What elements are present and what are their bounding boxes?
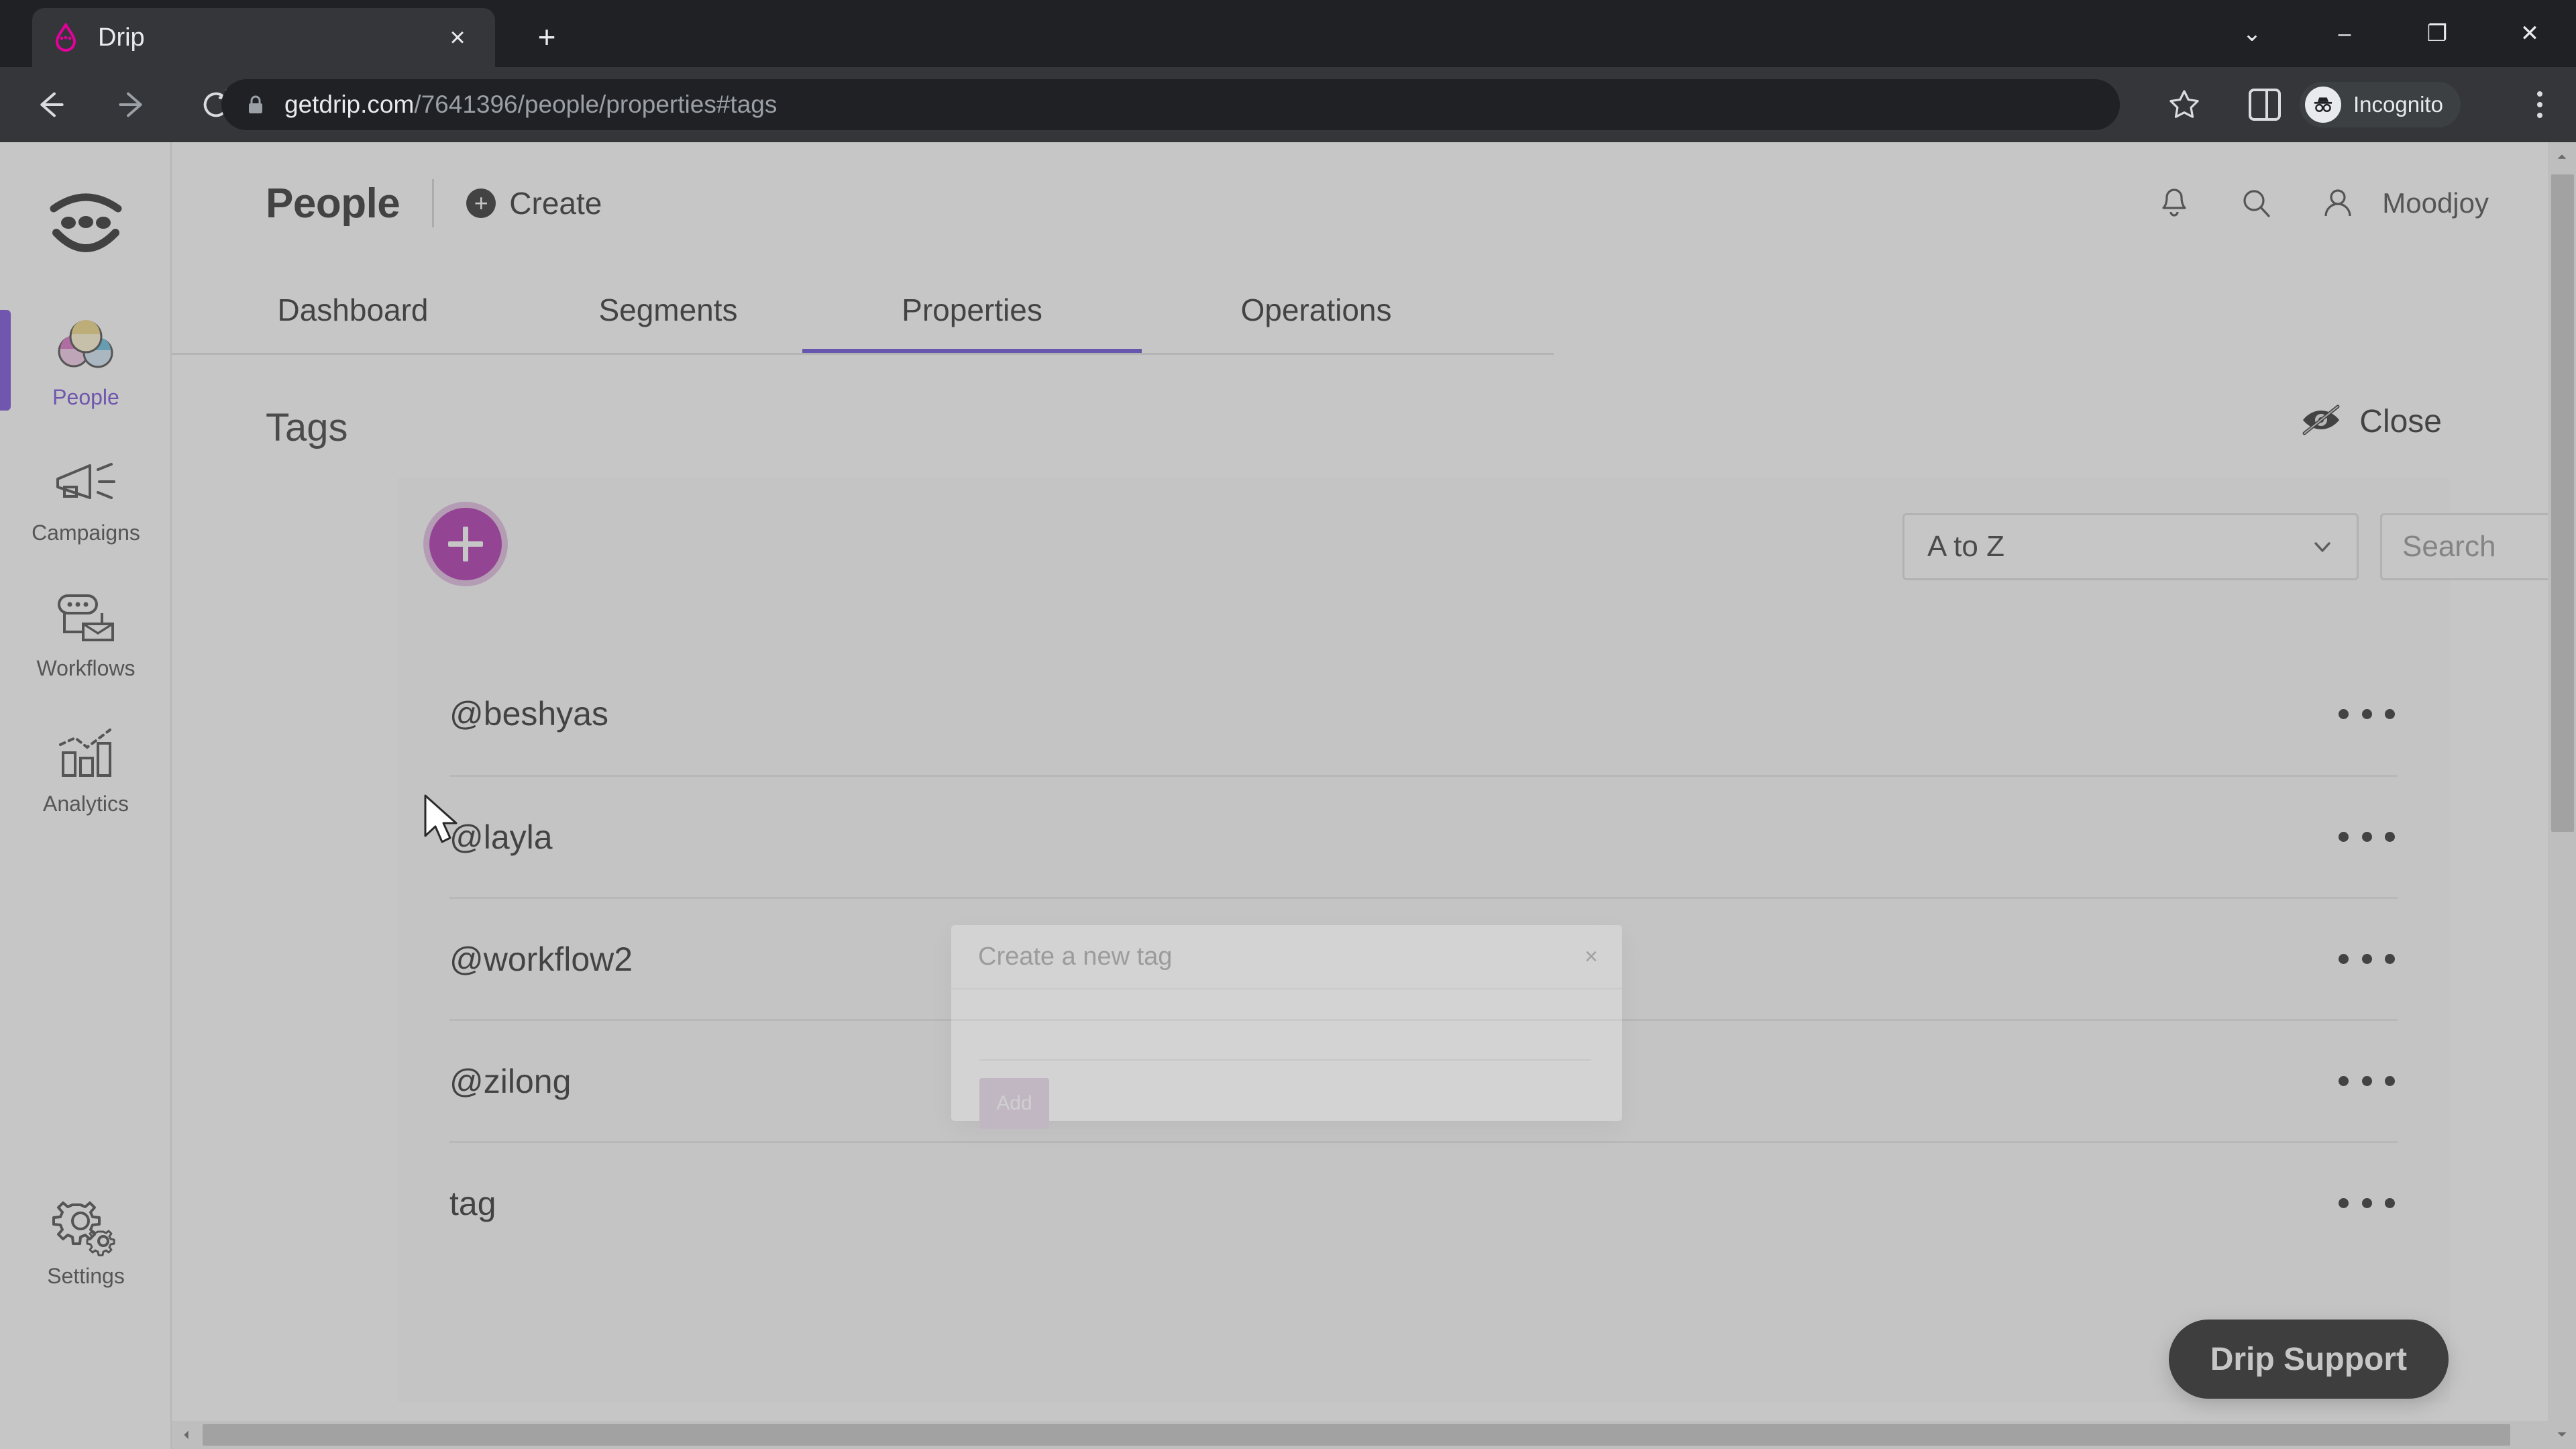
address-bar[interactable]: getdrip.com/7641396/people/properties#ta…: [221, 79, 2120, 130]
side-panel-icon[interactable]: [2249, 89, 2281, 121]
new-tab-button[interactable]: +: [525, 15, 569, 59]
incognito-icon: [2305, 87, 2341, 123]
modal-body: Add: [951, 989, 1622, 1129]
minimize-button[interactable]: –: [2298, 0, 2391, 67]
chrome-menu-icon[interactable]: [2522, 87, 2557, 122]
add-button[interactable]: Add: [979, 1078, 1049, 1129]
window-controls: ⌄ – ❐ ✕: [2206, 0, 2576, 67]
close-window-button[interactable]: ✕: [2483, 0, 2576, 67]
maximize-button[interactable]: ❐: [2391, 0, 2483, 67]
url-text: getdrip.com/7641396/people/properties#ta…: [284, 91, 777, 119]
new-tag-input[interactable]: [979, 1019, 1591, 1061]
close-icon[interactable]: ×: [1585, 945, 1598, 968]
close-tab-button[interactable]: ×: [439, 19, 476, 56]
forward-button[interactable]: [99, 71, 166, 138]
drip-logo-icon: [51, 22, 80, 52]
browser-toolbar: getdrip.com/7641396/people/properties#ta…: [0, 67, 2576, 142]
minimize-to-tray-button[interactable]: ⌄: [2206, 0, 2298, 67]
back-button[interactable]: [16, 71, 83, 138]
modal-title: Create a new tag: [978, 942, 1173, 971]
modal-overlay[interactable]: [0, 142, 2576, 1449]
lock-icon: [244, 93, 267, 116]
incognito-profile-chip[interactable]: Incognito: [2300, 82, 2461, 127]
browser-tab-strip: Drip × + ⌄ – ❐ ✕: [0, 0, 2576, 67]
browser-window: Drip × + ⌄ – ❐ ✕ getdrip.com/7641396/peo…: [0, 0, 2576, 1449]
incognito-label: Incognito: [2353, 92, 2443, 117]
page-viewport: People Campaigns Workflows Analytics Set…: [0, 142, 2576, 1449]
browser-tab-title: Drip: [98, 23, 145, 52]
modal-header: Create a new tag ×: [951, 925, 1622, 989]
star-icon[interactable]: [2167, 87, 2202, 122]
browser-tab[interactable]: Drip ×: [32, 8, 495, 67]
url-host: getdrip.com: [284, 91, 415, 118]
url-path: /7641396/people/properties#tags: [414, 91, 777, 118]
create-tag-modal: Create a new tag × Add: [951, 925, 1622, 1129]
